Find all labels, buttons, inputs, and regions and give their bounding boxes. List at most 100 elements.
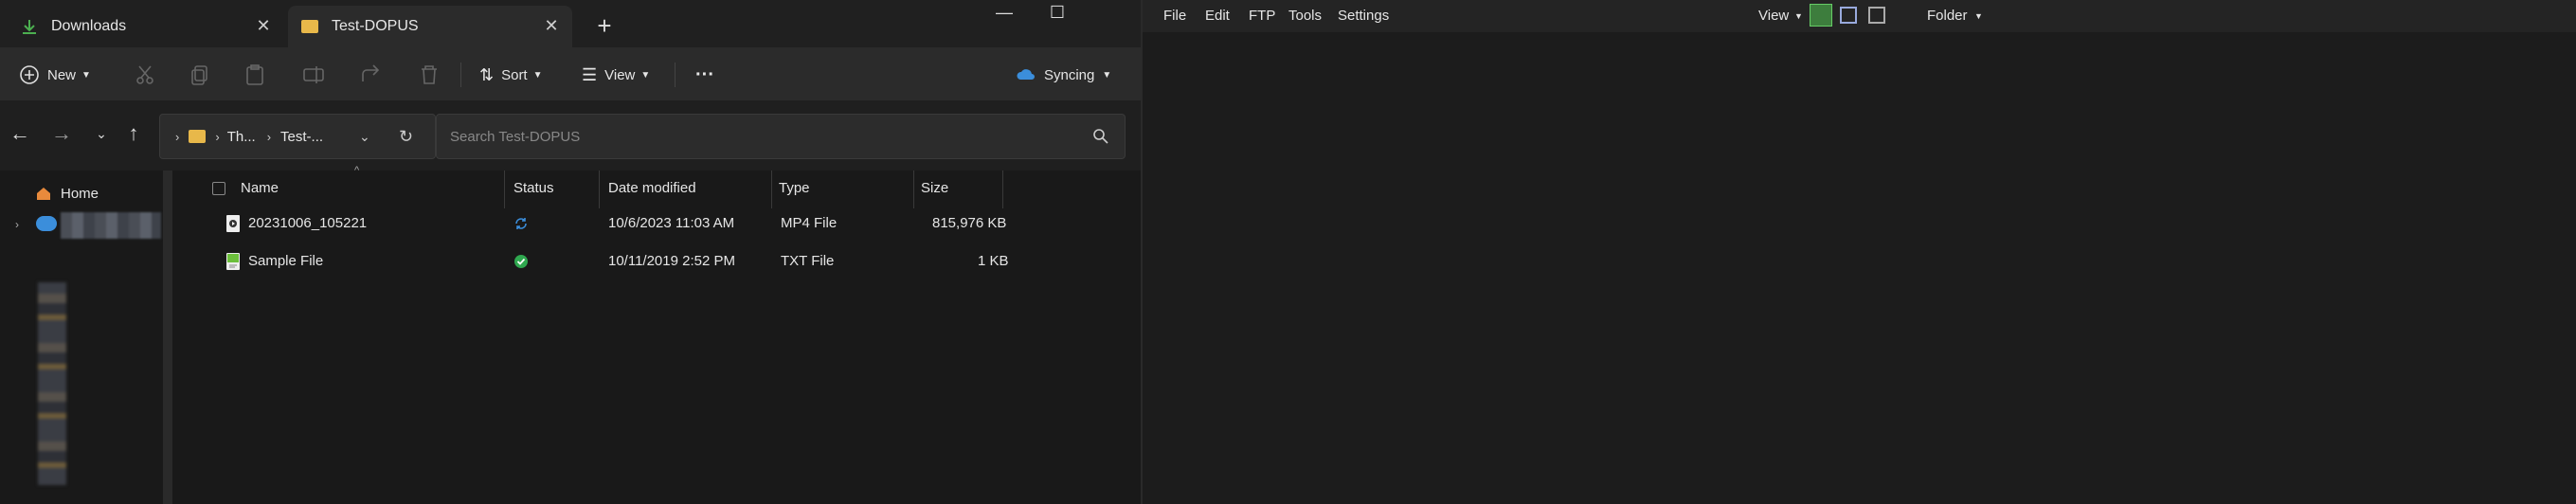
more-options-button[interactable]: ··· <box>695 61 714 89</box>
nav-home[interactable]: Home <box>34 184 99 203</box>
chevron-down-icon: ▼ <box>1974 11 1983 21</box>
select-all-checkbox[interactable] <box>212 182 225 195</box>
view-button[interactable]: ☰ View ▼ <box>582 61 650 89</box>
chevron-right-icon: › <box>175 129 180 144</box>
rename-icon[interactable] <box>301 63 326 87</box>
menu-file[interactable]: File <box>1163 8 1186 24</box>
column-separator[interactable] <box>771 171 772 208</box>
layout-toggle-2-icon[interactable] <box>1840 7 1857 24</box>
column-separator[interactable] <box>1002 171 1003 208</box>
nav-home-label: Home <box>61 185 99 202</box>
video-file-icon <box>226 215 240 232</box>
tab-downloads[interactable]: Downloads ✕ <box>8 6 284 47</box>
sort-icon: ⇅ <box>479 64 495 84</box>
navigation-pane: Home › <box>0 171 172 504</box>
file-type: MP4 File <box>781 215 838 231</box>
file-name: 20231006_105221 <box>248 215 368 231</box>
nav-scrollbar[interactable] <box>163 171 172 504</box>
plus-circle-icon <box>20 65 39 84</box>
share-icon[interactable] <box>358 63 383 87</box>
menu-edit[interactable]: Edit <box>1205 8 1230 24</box>
explorer-tab-bar: Downloads ✕ Test-DOPUS ✕ + — ☐ <box>0 0 1141 47</box>
chevron-right-icon[interactable]: › <box>15 218 19 231</box>
address-segment-2[interactable]: Test-... <box>280 129 323 145</box>
maximize-button[interactable]: ☐ <box>1029 0 1086 32</box>
new-button[interactable]: New ▼ <box>19 61 91 89</box>
separator <box>675 63 676 87</box>
menu-settings[interactable]: Settings <box>1338 8 1389 24</box>
sync-status-button[interactable]: Syncing ▼ <box>1016 61 1111 89</box>
column-separator[interactable] <box>599 171 600 208</box>
chevron-down-icon: ▼ <box>81 69 91 81</box>
synced-check-icon <box>514 255 528 268</box>
file-row[interactable]: Sample File 10/11/2019 2:52 PM TXT File … <box>201 243 1141 280</box>
cloud-sync-icon <box>1017 69 1035 80</box>
command-bar: New ▼ ⇅ Sort ▼ ☰ View ▼ ··· Syncing ▼ <box>0 47 1141 100</box>
back-button[interactable]: ← <box>6 119 34 148</box>
tab-test-dopus[interactable]: Test-DOPUS ✕ <box>288 6 572 47</box>
column-separator[interactable] <box>504 171 505 208</box>
column-header-size[interactable]: Size <box>921 180 948 196</box>
layout-toggle-1-icon[interactable] <box>1810 4 1832 27</box>
search-icon <box>1093 129 1108 144</box>
file-date: 10/11/2019 2:52 PM <box>608 253 735 269</box>
search-box[interactable]: Search Test-DOPUS <box>436 114 1126 159</box>
delete-icon[interactable] <box>417 63 441 87</box>
copy-icon[interactable] <box>188 63 212 87</box>
folder-icon <box>189 130 207 143</box>
view-icon: ☰ <box>582 64 598 84</box>
close-icon[interactable]: ✕ <box>542 16 561 35</box>
folder-menu[interactable]: Folder <box>1927 8 1968 24</box>
up-button[interactable]: ↑ <box>119 119 148 148</box>
chevron-right-icon: › <box>215 129 220 144</box>
chevron-down-icon: ▼ <box>532 69 543 81</box>
new-tab-button[interactable]: + <box>593 11 616 41</box>
chevron-down-icon: ▼ <box>1794 11 1803 21</box>
redacted-nav-items <box>38 282 66 485</box>
download-icon <box>23 20 36 34</box>
folder-icon <box>301 20 318 33</box>
file-explorer-window: Downloads ✕ Test-DOPUS ✕ + — ☐ New ▼ ⇅ S… <box>0 0 1141 504</box>
sort-button[interactable]: ⇅ Sort ▼ <box>479 61 543 89</box>
menu-tools[interactable]: Tools <box>1288 8 1322 24</box>
layout-toggle-3-icon[interactable] <box>1868 7 1885 24</box>
file-row[interactable]: 20231006_105221 10/6/2023 11:03 AM MP4 F… <box>201 205 1141 243</box>
view-menu[interactable]: View <box>1758 8 1789 24</box>
file-name: Sample File <box>248 253 324 269</box>
chevron-down-icon: ▼ <box>1102 69 1112 81</box>
column-header-name[interactable]: Name <box>241 180 279 196</box>
file-date: 10/6/2023 11:03 AM <box>608 215 735 231</box>
column-header-type[interactable]: Type <box>779 180 810 196</box>
search-input[interactable]: Search Test-DOPUS <box>450 129 580 145</box>
chevron-right-icon: › <box>266 129 272 144</box>
paste-icon[interactable] <box>243 63 267 87</box>
file-type: TXT File <box>781 253 835 269</box>
dopus-menu-bar: File Edit FTP Tools Settings View ▼ Fold… <box>1143 0 2576 32</box>
onedrive-icon <box>36 216 57 231</box>
file-list: Name ^ Status Date modified Type Size 20… <box>201 165 1141 504</box>
cut-icon[interactable] <box>133 63 157 87</box>
recent-locations-button[interactable]: ⌄ <box>87 119 116 148</box>
sync-label: Syncing <box>1044 66 1095 83</box>
address-bar[interactable]: › › Th... › Test-... ⌄ ↻ <box>159 114 436 159</box>
column-separator[interactable] <box>913 171 914 208</box>
minimize-button[interactable]: — <box>976 0 1033 32</box>
column-header-date[interactable]: Date modified <box>608 180 696 196</box>
column-header-status[interactable]: Status <box>513 180 554 196</box>
chevron-down-icon: ▼ <box>640 69 651 81</box>
refresh-icon[interactable]: ↻ <box>399 127 413 147</box>
redacted-account-name <box>61 212 161 239</box>
text-file-icon <box>226 253 240 270</box>
menu-ftp[interactable]: FTP <box>1249 8 1275 24</box>
separator <box>460 63 461 87</box>
view-label: View <box>604 66 636 83</box>
forward-button[interactable]: → <box>47 119 76 148</box>
sync-pending-icon <box>515 218 527 229</box>
tab-downloads-label: Downloads <box>51 18 127 34</box>
sort-ascending-icon: ^ <box>354 165 360 176</box>
chevron-down-icon[interactable]: ⌄ <box>359 129 370 145</box>
address-segment-1[interactable]: Th... <box>227 129 256 145</box>
directory-opus-window: File Edit FTP Tools Settings View ▼ Fold… <box>1141 0 2576 504</box>
close-icon[interactable]: ✕ <box>254 16 273 35</box>
home-icon <box>37 188 50 200</box>
